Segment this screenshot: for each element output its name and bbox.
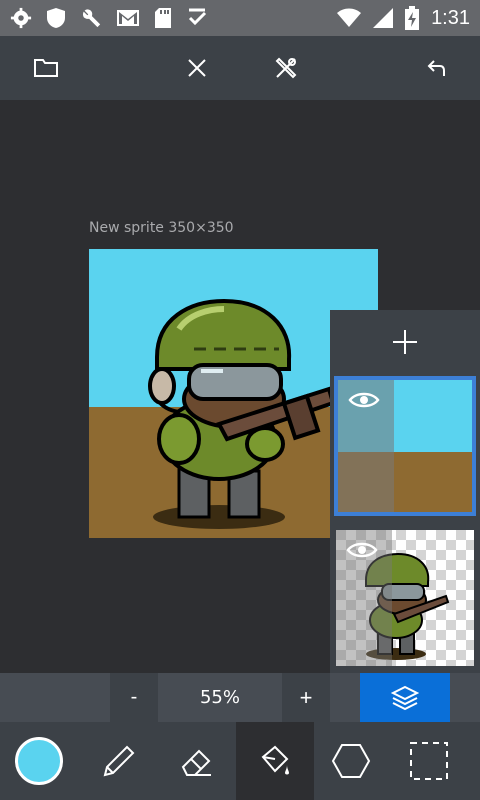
gear-icon: [10, 7, 32, 29]
wifi-icon: [337, 8, 362, 27]
tools-button[interactable]: [266, 48, 306, 88]
check-icon: [188, 8, 207, 26]
color-picker-button[interactable]: [0, 722, 78, 800]
plus-icon: [393, 330, 417, 354]
selection-tool[interactable]: [390, 722, 468, 800]
eraser-tool[interactable]: [158, 722, 236, 800]
selection-icon: [410, 742, 448, 780]
tools-icon: [275, 57, 297, 79]
fill-tool[interactable]: [236, 722, 314, 800]
layer-item-background[interactable]: [334, 376, 476, 516]
undo-icon: [427, 60, 445, 76]
undo-button[interactable]: [416, 48, 456, 88]
status-bar: 1:31: [0, 0, 480, 36]
open-file-button[interactable]: [26, 48, 66, 88]
sd-card-icon: [155, 8, 171, 28]
layers-panel: [330, 310, 480, 673]
pencil-icon: [103, 745, 135, 777]
zoom-controls: - 55% +: [0, 673, 480, 722]
layers-toggle-button[interactable]: [360, 673, 450, 722]
layer-item-character[interactable]: [334, 528, 476, 668]
close-button[interactable]: [177, 48, 217, 88]
zoom-level: 55%: [199, 687, 240, 708]
clock: 1:31: [431, 6, 470, 29]
zoom-out-button[interactable]: -: [110, 673, 158, 722]
eye-icon[interactable]: [346, 540, 378, 560]
close-icon: [188, 59, 206, 77]
gmail-icon: [117, 10, 139, 26]
wrench-icon: [82, 9, 101, 28]
pencil-tool[interactable]: [80, 722, 158, 800]
tools-bar: [0, 722, 480, 800]
shield-icon: [47, 8, 65, 28]
top-toolbar: [0, 36, 480, 100]
fill-bucket-icon: [261, 745, 289, 775]
layers-icon: [391, 685, 419, 710]
eye-icon[interactable]: [348, 390, 380, 410]
signal-icon: [373, 8, 394, 28]
color-swatch: [15, 737, 63, 785]
battery-charging-icon: [405, 6, 420, 30]
shape-tool[interactable]: [312, 722, 390, 800]
eraser-icon: [181, 749, 211, 776]
sprite-label: New sprite 350×350: [89, 220, 234, 236]
add-layer-button[interactable]: [330, 310, 480, 374]
folder-icon: [34, 59, 58, 77]
hexagon-icon: [331, 744, 371, 778]
zoom-in-button[interactable]: +: [282, 673, 330, 722]
